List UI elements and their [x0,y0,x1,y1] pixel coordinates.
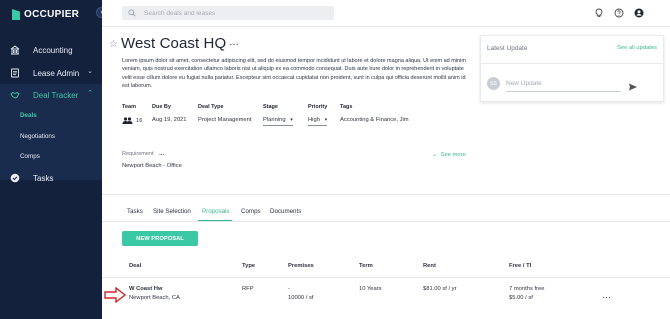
card-divider [481,63,663,64]
column-header-type: Type [242,263,256,269]
divider [102,194,670,195]
star-icon[interactable]: ☆ [109,39,118,50]
sidebar-item-label: Lease Admin [33,68,80,78]
sidebar-item-label: Accounting [33,45,73,55]
see-more-link[interactable]: ⌄ See more [432,151,466,158]
see-all-updates-link[interactable]: See all updates [617,45,657,51]
tags-label: Tags [340,104,353,110]
update-input-underline [506,91,621,92]
chevron-down-icon: ⌄ [87,68,93,75]
deal-type-label: Deal Type [198,104,224,110]
due-by-label: Due By [152,104,171,110]
stage-selected-value: Planning [263,117,286,123]
column-header-rent: Rent [423,263,436,269]
main-content: ☆ West Coast HQ … Lorem ipsum dolor sit … [102,27,670,319]
caret-down-icon: ▾ [324,117,328,123]
send-icon[interactable] [628,79,638,91]
row-more-options-icon[interactable]: … [602,290,612,300]
premises-dash: - [288,286,290,292]
tabs-divider [102,221,670,222]
building-icon [10,45,20,55]
column-header-term: Term [359,263,373,269]
stage-label: Stage [263,104,278,110]
search-placeholder: Search deals and leases [144,9,216,17]
people-icon [122,117,133,124]
premises-value: 10000 / sf [288,295,314,301]
sidebar-subitem-deals[interactable]: Deals [20,112,37,119]
sidebar-item-label: Tasks [33,173,54,183]
new-proposal-button[interactable]: NEW PROPOSAL [122,231,198,246]
sidebar-item-deal-tracker[interactable]: Deal Tracker ⌃ [0,89,102,101]
page-title: West Coast HQ [121,35,227,52]
tab-documents[interactable]: Documents [270,208,301,215]
latest-update-card: Latest Update See all updates SS New Upd… [480,35,664,102]
sidebar-item-label: Deal Tracker [33,90,79,100]
term-value: 10 Years [359,286,382,292]
logo-mark-icon [12,9,20,20]
tab-proposals[interactable]: Proposals [202,208,230,215]
team-count: 16 [136,117,143,124]
priority-selected-value: High [308,117,320,123]
chevron-up-icon: ⌃ [87,90,93,97]
document-icon [10,68,20,78]
lightbulb-icon[interactable] [594,8,604,18]
column-header-free-ti: Free / TI [509,263,532,269]
avatar: SS [487,77,500,90]
column-header-deal: Deal [129,263,142,269]
sidebar-item-accounting[interactable]: Accounting [0,44,102,56]
due-by-value: Aug 19, 2021 [152,117,187,123]
stage-select[interactable]: Planning ▾ [263,117,293,126]
ti-value: $5.00 / sf [509,295,533,301]
rent-value: $81.00 sf / yr [423,286,457,292]
priority-select[interactable]: High ▾ [308,117,328,126]
search-input[interactable]: Search deals and leases [122,6,334,20]
sidebar-subitem-negotiations[interactable]: Negotiations [20,133,55,140]
tags-value[interactable]: Accounting & Finance, Jim [340,117,409,123]
requirement-label-text: Requirement [122,151,154,157]
latest-update-title: Latest Update [487,45,528,52]
help-icon[interactable] [614,8,624,18]
red-arrow-annotation-icon [104,286,127,304]
deal-name[interactable]: W Coast Hw [129,286,163,292]
sidebar-item-lease-admin[interactable]: Lease Admin ⌄ [0,67,102,79]
user-account-icon[interactable] [634,8,644,18]
search-icon [128,9,136,17]
tab-comps[interactable]: Comps [241,208,261,215]
deal-location: Newport Beach, CA [129,295,180,301]
logo[interactable]: OCCUPIER [12,9,79,20]
deal-description: Lorem ipsum dolor sit amet, consectetur … [122,58,466,89]
new-update-input[interactable]: New Update [506,80,542,87]
more-options-icon[interactable]: … [229,37,240,48]
top-bar: Search deals and leases [102,0,670,27]
brand-name: OCCUPIER [24,9,80,20]
see-more-label: See more [440,152,466,158]
more-options-icon[interactable]: … [159,151,165,157]
tab-site-selection[interactable]: Site Selection [153,208,191,215]
team-label: Team [122,104,136,110]
table-header-divider [102,277,670,278]
tab-tasks[interactable]: Tasks [127,208,143,215]
requirement-label: Requirement … [122,151,165,157]
column-header-premises: Premises [288,263,314,269]
sidebar-subitem-comps[interactable]: Comps [20,153,40,160]
check-circle-icon [10,173,20,183]
requirement-value: Newport Beach - Office [122,163,182,169]
sidebar: OCCUPIER Accounting Lease Admin ⌄ Deal T… [0,0,102,319]
caret-down-icon: ▾ [290,117,293,123]
deal-type-value: Project Management [198,117,252,123]
priority-label: Priority [308,104,328,110]
sidebar-item-tasks[interactable]: Tasks [0,172,102,184]
free-rent-value: 7 months free [509,286,545,292]
team-value[interactable]: 16 [122,117,142,124]
deal-type: RFP [242,286,254,292]
handshake-icon [10,90,20,100]
chevron-down-icon: ⌄ [432,152,438,158]
